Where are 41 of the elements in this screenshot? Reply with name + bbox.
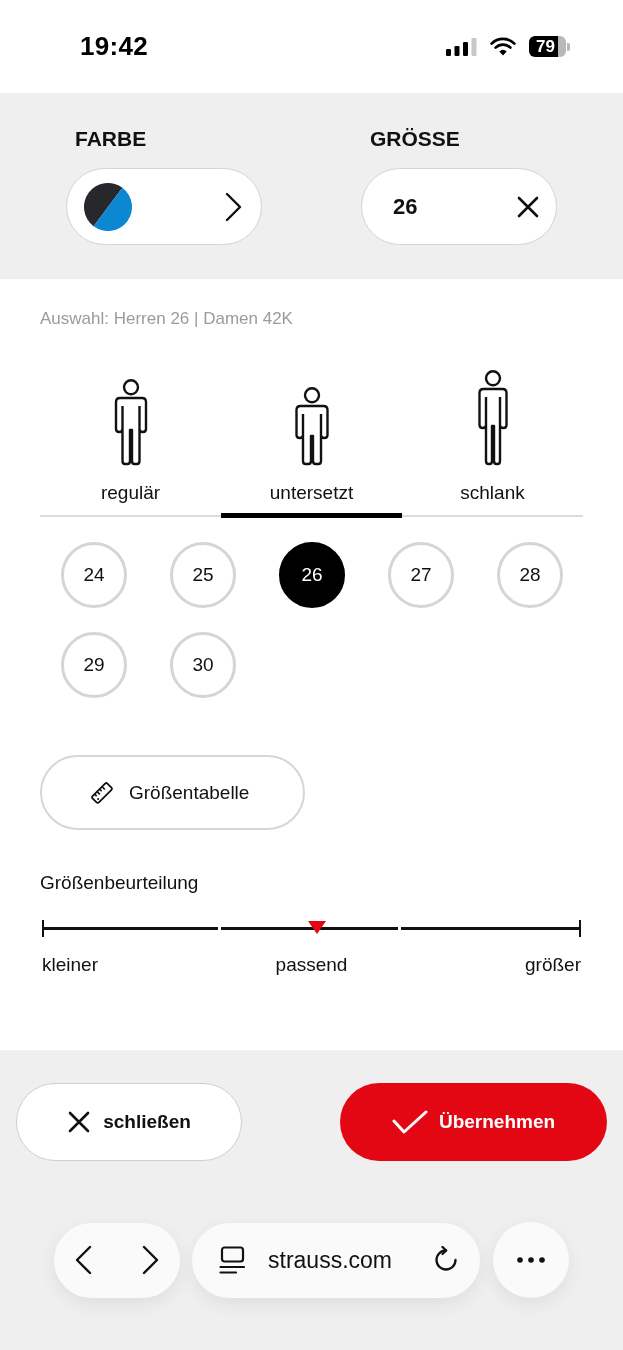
size-option[interactable]: 29 xyxy=(61,632,127,698)
ellipsis-icon xyxy=(517,1257,545,1263)
size-option[interactable]: 30 xyxy=(170,632,236,698)
forward-button[interactable] xyxy=(141,1245,159,1275)
size-chart-button[interactable]: Größentabelle xyxy=(40,755,305,830)
scale-label: größer xyxy=(525,954,581,976)
person-icon xyxy=(293,386,330,466)
page-icon xyxy=(219,1246,245,1274)
back-button[interactable] xyxy=(75,1245,93,1275)
size-option[interactable]: 26 xyxy=(279,542,345,608)
close-icon xyxy=(516,194,540,219)
wifi-icon xyxy=(490,37,516,56)
close-button[interactable]: schließen xyxy=(16,1083,242,1161)
reload-button[interactable] xyxy=(432,1246,460,1274)
fit-tab[interactable]: regulär xyxy=(40,368,221,518)
filter-label: FARBE xyxy=(75,126,147,151)
scale-label: kleiner xyxy=(42,954,98,976)
status-time: 19:42 xyxy=(80,31,148,62)
size-option[interactable]: 27 xyxy=(388,542,454,608)
reload-icon xyxy=(432,1246,460,1274)
person-icon xyxy=(112,378,149,466)
battery-indicator: 79 xyxy=(529,36,570,57)
size-option[interactable]: 25 xyxy=(170,542,236,608)
chevron-left-icon xyxy=(75,1245,93,1275)
scale-label: passend xyxy=(275,954,348,976)
apply-button[interactable]: Übernehmen xyxy=(340,1083,607,1161)
checkmark-icon xyxy=(391,1110,428,1134)
address-bar[interactable]: strauss.com xyxy=(192,1222,480,1298)
ruler-icon xyxy=(90,780,114,805)
fit-tab[interactable]: untersetzt xyxy=(221,368,402,518)
rating-title: Größenbeurteilung xyxy=(40,872,199,894)
chevron-right-icon xyxy=(141,1245,159,1275)
signal-icon xyxy=(446,37,477,56)
chevron-right-icon xyxy=(224,191,242,222)
filter-label: GRÖSSE xyxy=(370,126,460,151)
fit-tab[interactable]: schlank xyxy=(402,368,583,518)
size-option[interactable]: 24 xyxy=(61,542,127,608)
size-option[interactable]: 28 xyxy=(497,542,563,608)
close-icon xyxy=(67,1110,92,1134)
selection-summary: Auswahl: Herren 26 | Damen 42K xyxy=(40,309,293,329)
size-selector[interactable]: 26 xyxy=(361,168,557,245)
